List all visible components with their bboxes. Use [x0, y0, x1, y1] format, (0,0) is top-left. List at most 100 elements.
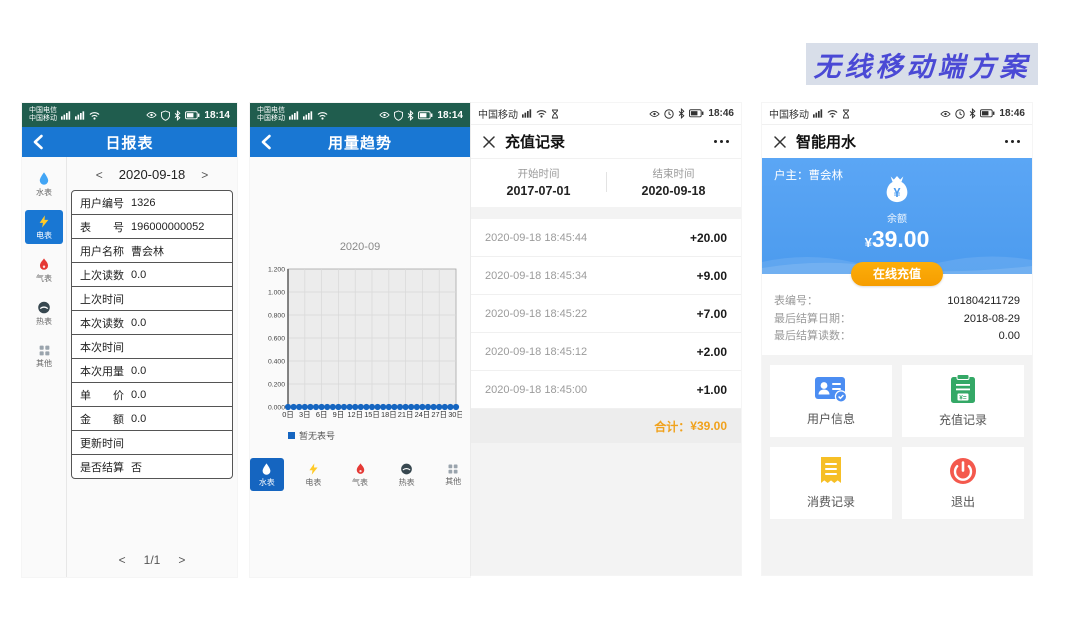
signal-icon	[289, 111, 299, 120]
svg-text:12日: 12日	[347, 410, 363, 419]
carrier-1: 中国电信	[29, 107, 57, 115]
sidebar-item-other-meter[interactable]: 其他	[25, 339, 63, 373]
form-row: 上次时间	[72, 287, 232, 311]
screen-title: 日报表	[22, 132, 237, 153]
grid-label: 消费记录	[807, 493, 855, 510]
recharge-records-card[interactable]: ¥= 充值记录	[902, 365, 1024, 437]
tab-other-meter[interactable]: 其他	[436, 458, 470, 491]
tab-water-meter[interactable]: 水表	[250, 458, 284, 491]
tab-electric-meter[interactable]: 电表	[297, 458, 331, 491]
field-label: 本次读数	[80, 315, 124, 331]
next-day-button[interactable]: >	[201, 168, 208, 182]
field-label: 金 额	[80, 411, 124, 427]
form-row: 表 号196000000052	[72, 215, 232, 239]
tab-label: 气表	[352, 477, 368, 488]
more-menu-icon[interactable]	[714, 140, 729, 143]
bluetooth-icon	[678, 108, 685, 119]
info-label: 表编号：	[774, 293, 818, 311]
wifi-icon	[536, 109, 547, 118]
svg-text:¥: ¥	[893, 186, 900, 200]
svg-text:15日: 15日	[364, 410, 380, 419]
field-label: 单 价	[80, 387, 124, 403]
carrier-1: 中国电信	[257, 107, 285, 115]
consumption-records-card[interactable]: 消费记录	[770, 447, 892, 519]
info-label: 最后结算读数：	[774, 328, 851, 346]
record-time: 2020-09-18 18:45:00	[485, 384, 587, 396]
form-row: 用户名称曹会林	[72, 239, 232, 263]
field-label: 用户名称	[80, 243, 124, 259]
pagination: < 1/1 >	[67, 553, 237, 567]
svg-text:1.000: 1.000	[268, 289, 285, 296]
carrier-labels: 中国电信 中国移动	[29, 107, 57, 123]
sidebar-item-gas-meter[interactable]: 气表	[25, 253, 63, 287]
end-date-label: 结束时间	[606, 166, 741, 181]
close-icon[interactable]	[483, 136, 495, 148]
other-meter-icon	[447, 463, 459, 475]
phone-screen-recharge-records: 中国移动 18:46 充值记录 开始时间 2017-07-01 结束时间 202…	[471, 103, 741, 575]
field-label: 本次时间	[80, 339, 124, 355]
back-icon[interactable]	[32, 127, 44, 157]
end-date-picker[interactable]: 结束时间 2020-09-18	[606, 166, 741, 198]
record-time: 2020-09-18 18:45:44	[485, 232, 587, 244]
battery-icon	[185, 111, 200, 120]
info-row: 表编号： 101804211729	[774, 293, 1020, 311]
balance-label: 余额	[887, 210, 907, 225]
sidebar-item-heat-meter[interactable]: 热表	[25, 296, 63, 330]
record-time: 2020-09-18 18:45:34	[485, 270, 587, 282]
water-meter-icon	[260, 462, 273, 476]
hourglass-icon	[551, 109, 559, 119]
svg-text:6日: 6日	[316, 410, 328, 419]
prev-day-button[interactable]: <	[96, 168, 103, 182]
consumption-records-icon	[818, 456, 844, 486]
total-value: ¥39.00	[690, 419, 727, 433]
info-row: 最后结算日期： 2018-08-29	[774, 311, 1020, 329]
meter-type-sidebar: 水表 电表 气表 热表 其他	[22, 157, 67, 577]
grid-label: 退出	[951, 493, 975, 510]
svg-text:21日: 21日	[398, 410, 414, 419]
battery-icon	[980, 109, 995, 118]
wifi-icon	[89, 111, 100, 120]
status-bar: 中国电信 中国移动 18:14	[22, 103, 237, 127]
field-value: 0.0	[131, 269, 146, 281]
phone-screen-smart-water: 中国移动 18:46 智能用水 户主：曹会林	[762, 103, 1032, 575]
user-info-card[interactable]: 用户信息	[770, 365, 892, 437]
record-amount: +2.00	[697, 345, 727, 359]
field-label: 更新时间	[80, 435, 124, 451]
form-row: 金 额 0.0	[72, 407, 232, 431]
legend-label: 暂无表号	[299, 429, 335, 442]
sidebar-item-electric-meter[interactable]: 电表	[25, 210, 63, 244]
field-value: 0.0	[131, 365, 146, 377]
logout-icon	[948, 456, 978, 486]
start-date-picker[interactable]: 开始时间 2017-07-01	[471, 166, 606, 198]
svg-text:30日: 30日	[448, 410, 462, 419]
tab-heat-meter[interactable]: 热表	[390, 458, 424, 491]
sidebar-item-water-meter[interactable]: 水表	[25, 167, 63, 201]
prev-page-button[interactable]: <	[119, 553, 126, 567]
logout-card[interactable]: 退出	[902, 447, 1024, 519]
next-page-button[interactable]: >	[178, 553, 185, 567]
title-bar: 智能用水	[762, 125, 1032, 158]
online-recharge-button[interactable]: 在线充值	[851, 262, 943, 286]
electric-meter-icon	[37, 214, 51, 229]
carrier-label: 中国移动	[769, 106, 809, 121]
form-row: 更新时间	[72, 431, 232, 455]
back-icon[interactable]	[260, 127, 272, 157]
svg-text:¥=: ¥=	[959, 394, 967, 401]
status-time: 18:46	[708, 108, 734, 119]
start-date-label: 开始时间	[471, 166, 606, 181]
selected-date[interactable]: 2020-09-18	[119, 167, 186, 182]
close-icon[interactable]	[774, 136, 786, 148]
svg-text:3日: 3日	[299, 410, 311, 419]
balance-card: 户主：曹会林 ¥ 余额 ¥39.00 在线充值	[762, 158, 1032, 274]
status-bar: 中国移动 18:46	[762, 103, 1032, 125]
title-bar: 用量趋势	[250, 127, 470, 157]
chart-legend: 暂无表号	[288, 429, 470, 442]
more-menu-icon[interactable]	[1005, 140, 1020, 143]
field-value: 0.0	[131, 413, 146, 425]
screen-title: 智能用水	[796, 131, 856, 152]
tab-gas-meter[interactable]: 气表	[343, 458, 377, 491]
form-row: 用户编号1326	[72, 191, 232, 215]
info-value: 2018-08-29	[964, 311, 1020, 329]
svg-text:24日: 24日	[415, 410, 431, 419]
eye-icon	[940, 110, 951, 118]
